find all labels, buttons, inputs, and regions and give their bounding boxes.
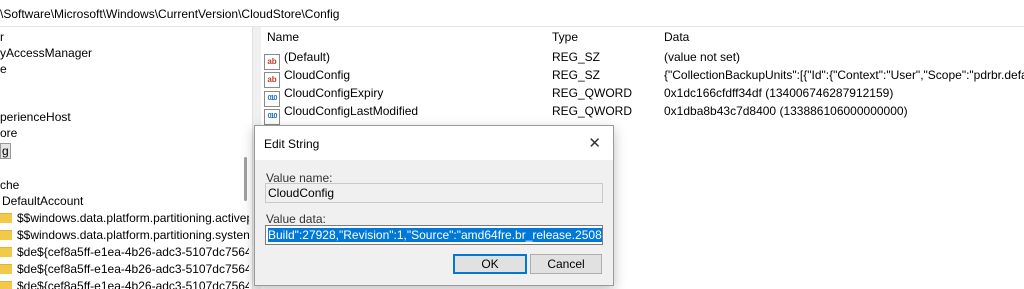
address-bar[interactable]: \Software\Microsoft\Windows\CurrentVersi… xyxy=(0,0,1024,27)
folder-icon xyxy=(0,281,12,289)
dialog-title: Edit String xyxy=(264,137,320,151)
tree-item-selected[interactable]: g xyxy=(0,143,11,159)
value-row[interactable]: ab (Default) REG_SZ (value not set) xyxy=(261,48,1024,70)
value-data-label: Value data: xyxy=(266,212,326,226)
value-name-field: CloudConfig xyxy=(265,183,603,203)
tree-item[interactable]: r xyxy=(0,29,4,45)
tree-item[interactable]: $$windows.data.platform.partitioning.act… xyxy=(0,210,249,226)
column-header-name[interactable]: Name xyxy=(267,30,299,44)
key-tree[interactable]: r yAccessManager e perienceHost ore g ch… xyxy=(0,27,249,289)
tree-item[interactable]: $$windows.data.platform.partitioning.sys… xyxy=(0,227,249,243)
tree-item[interactable]: che xyxy=(0,177,19,193)
tree-item[interactable]: $de${cef8a5ff-e1ea-4b26-adc3-5107dc7564f… xyxy=(0,261,249,277)
close-icon[interactable]: ✕ xyxy=(588,134,601,152)
folder-icon xyxy=(0,230,12,240)
tree-item[interactable]: $de${cef8a5ff-e1ea-4b26-adc3-5107dc7564f… xyxy=(0,278,249,289)
column-header-type[interactable]: Type xyxy=(552,30,578,44)
tree-item[interactable]: yAccessManager xyxy=(0,45,92,61)
address-path: \Software\Microsoft\Windows\CurrentVersi… xyxy=(0,7,340,21)
value-data-selected-text: Build":27928,"Revision":1,"Source":"amd6… xyxy=(268,228,602,242)
dialog-titlebar[interactable]: Edit String ✕ xyxy=(255,126,613,160)
tree-item[interactable]: perienceHost xyxy=(0,109,71,125)
tree-item[interactable]: $de${cef8a5ff-e1ea-4b26-adc3-5107dc7564f… xyxy=(0,244,249,260)
folder-icon xyxy=(0,213,12,223)
tree-item[interactable]: DefaultAccount xyxy=(2,193,83,209)
value-row[interactable]: 010 CloudConfigLastModified REG_QWORD 0x1… xyxy=(261,102,1024,125)
value-row[interactable]: 010 CloudConfigExpiry REG_QWORD 0x1dc166c… xyxy=(261,84,1024,107)
value-data-input[interactable]: Build":27928,"Revision":1,"Source":"amd6… xyxy=(265,225,603,245)
tree-item[interactable]: e xyxy=(0,61,7,77)
ok-button[interactable]: OK xyxy=(453,254,527,274)
edit-string-dialog: Edit String ✕ Value name: CloudConfig Va… xyxy=(254,125,614,286)
folder-icon xyxy=(0,247,12,257)
tree-item[interactable]: ore xyxy=(0,125,17,141)
value-row[interactable]: ab CloudConfig REG_SZ {"CollectionBackupU… xyxy=(261,66,1024,88)
cancel-button[interactable]: Cancel xyxy=(530,254,602,274)
tree-scrollbar-thumb[interactable] xyxy=(244,157,247,201)
folder-icon xyxy=(0,264,12,274)
binary-value-icon: 010 xyxy=(264,109,280,125)
column-header-data[interactable]: Data xyxy=(664,30,689,44)
